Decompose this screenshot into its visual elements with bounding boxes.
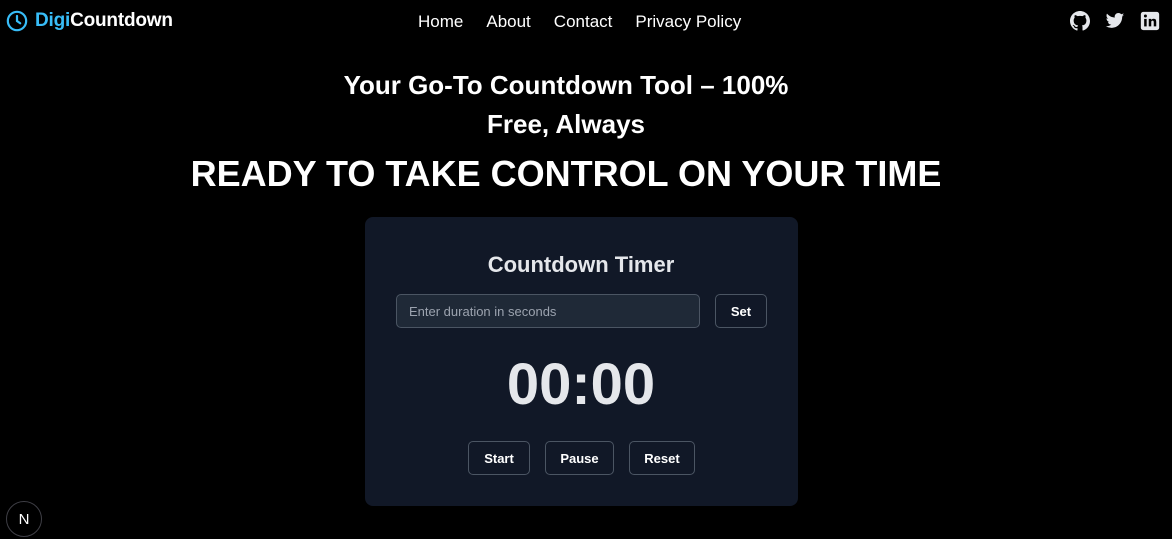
brand-name: DigiCountdown: [35, 10, 173, 32]
linkedin-icon[interactable]: [1140, 11, 1160, 31]
duration-input[interactable]: [396, 294, 700, 328]
social-links: [1070, 11, 1160, 31]
brand-logo[interactable]: DigiCountdown: [6, 10, 173, 32]
nav-home[interactable]: Home: [418, 12, 463, 32]
hero-headline: READY TO TAKE CONTROL ON YOUR TIME: [190, 153, 942, 194]
brand-name-accent: Digi: [35, 10, 71, 31]
time-display: 00:00: [506, 352, 656, 417]
clock-icon: [6, 10, 28, 32]
nextjs-badge[interactable]: N: [6, 501, 42, 537]
pause-button[interactable]: Pause: [545, 441, 614, 475]
twitter-icon[interactable]: [1105, 11, 1125, 31]
nav-about[interactable]: About: [486, 12, 530, 32]
nav-contact[interactable]: Contact: [554, 12, 613, 32]
hero-tagline-line1: Your Go-To Countdown Tool – 100%: [343, 70, 789, 100]
countdown-title: Countdown Timer: [487, 252, 675, 277]
site-header: DigiCountdown Home About Contact Privacy…: [0, 0, 1172, 46]
brand-name-rest: Countdown: [70, 10, 173, 31]
reset-button[interactable]: Reset: [629, 441, 695, 475]
hero-tagline-line2: Free, Always: [486, 109, 645, 139]
set-button[interactable]: Set: [715, 294, 767, 328]
start-button[interactable]: Start: [468, 441, 530, 475]
nav-privacy-policy[interactable]: Privacy Policy: [635, 12, 741, 32]
main-nav: Home About Contact Privacy Policy: [418, 12, 741, 32]
github-icon[interactable]: [1070, 11, 1090, 31]
